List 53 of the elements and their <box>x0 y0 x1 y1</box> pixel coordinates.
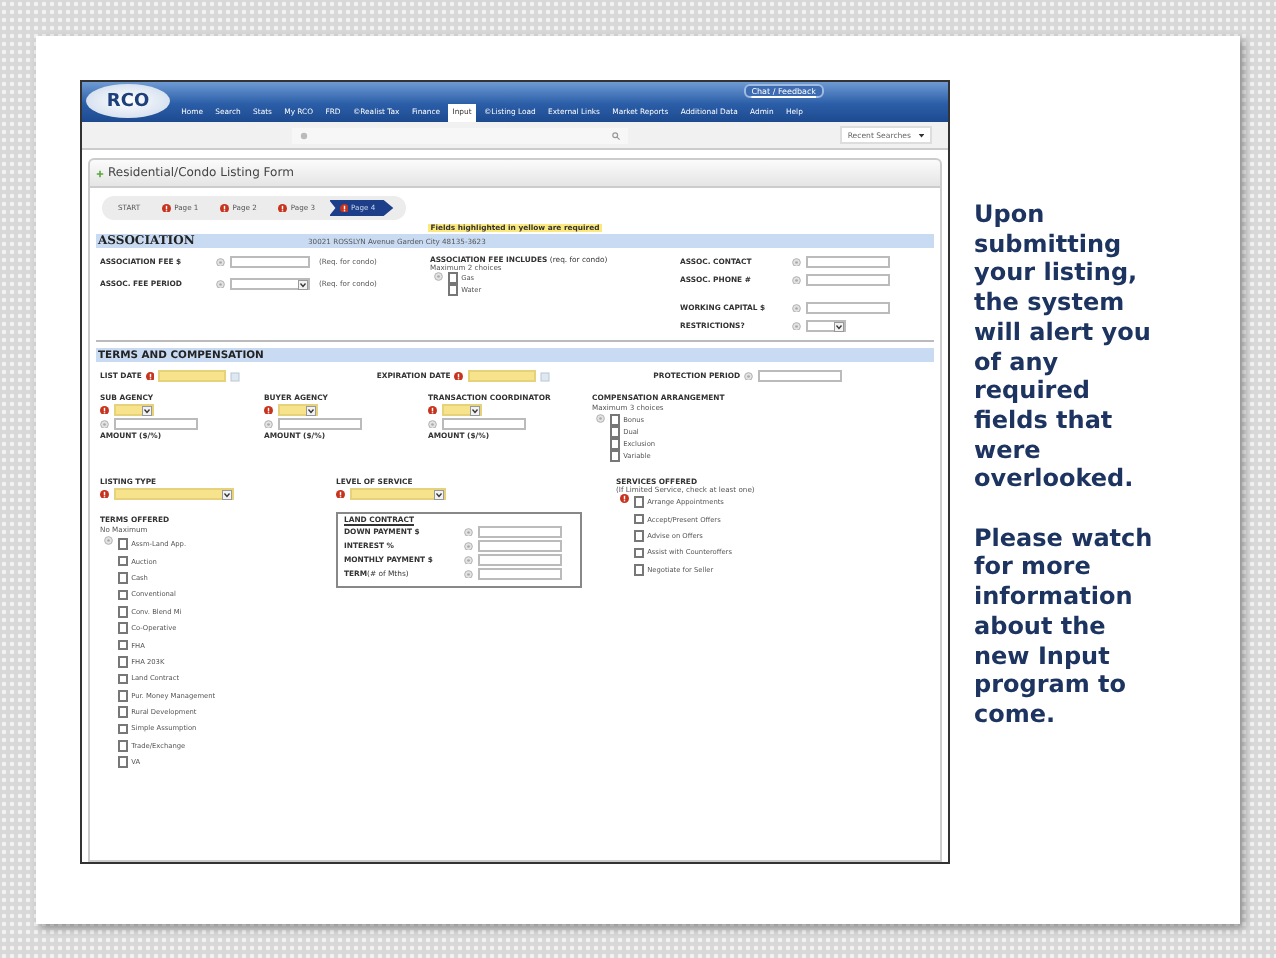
text-field[interactable] <box>477 540 561 552</box>
alert-icon <box>145 371 155 381</box>
help-icon[interactable] <box>216 257 225 267</box>
help-icon[interactable] <box>428 419 437 429</box>
select-field[interactable] <box>805 320 845 332</box>
logo[interactable]: RCO <box>86 84 170 118</box>
text-field[interactable] <box>441 418 525 430</box>
text-field[interactable] <box>229 256 309 268</box>
help-icon[interactable] <box>104 536 113 545</box>
help-icon[interactable] <box>744 371 754 381</box>
date-field[interactable] <box>467 370 536 382</box>
help-icon[interactable] <box>216 279 225 289</box>
search-field[interactable] <box>292 127 628 143</box>
date-field[interactable] <box>158 370 227 382</box>
caret-icon <box>141 405 151 415</box>
caret-icon <box>469 405 479 415</box>
caret-icon <box>297 279 307 289</box>
plus-icon <box>96 169 104 177</box>
text-field[interactable] <box>805 274 889 286</box>
caret-icon <box>833 321 843 331</box>
text-field[interactable] <box>277 418 361 430</box>
text-field[interactable] <box>113 418 197 430</box>
select-field[interactable] <box>113 404 153 416</box>
help-icon[interactable] <box>434 272 443 281</box>
text-field[interactable] <box>477 568 561 580</box>
help-icon[interactable] <box>100 419 109 429</box>
slide-paragraph: Please watch for more information about the new Input program to come. <box>974 523 1155 730</box>
help-icon[interactable] <box>596 414 605 423</box>
caret-icon <box>917 131 924 139</box>
alert-icon <box>454 371 464 381</box>
alert-icon <box>100 405 109 415</box>
text-field[interactable] <box>477 526 561 538</box>
caret-icon <box>433 489 443 499</box>
select-field[interactable] <box>277 404 317 416</box>
text-field[interactable] <box>805 302 889 314</box>
alert-icon <box>428 405 437 415</box>
text-field[interactable] <box>805 256 889 268</box>
select-field[interactable] <box>113 488 233 500</box>
select-field[interactable] <box>229 278 309 290</box>
select-field[interactable] <box>349 488 445 500</box>
alert-icon <box>100 489 109 499</box>
alert-icon <box>336 489 345 499</box>
calendar-icon[interactable] <box>539 371 550 381</box>
slide-paragraph: Upon submitting your listing, the system will alert you of any required fields that were overlooked. <box>974 200 1153 495</box>
select-field[interactable] <box>441 404 481 416</box>
calendar-icon[interactable] <box>230 371 241 381</box>
search-icon[interactable] <box>612 131 620 139</box>
alert-icon <box>264 405 273 415</box>
caret-icon <box>221 489 231 499</box>
caret-icon <box>305 405 315 415</box>
help-icon[interactable] <box>264 419 273 429</box>
date-field[interactable] <box>757 370 842 382</box>
text-field[interactable] <box>477 554 561 566</box>
